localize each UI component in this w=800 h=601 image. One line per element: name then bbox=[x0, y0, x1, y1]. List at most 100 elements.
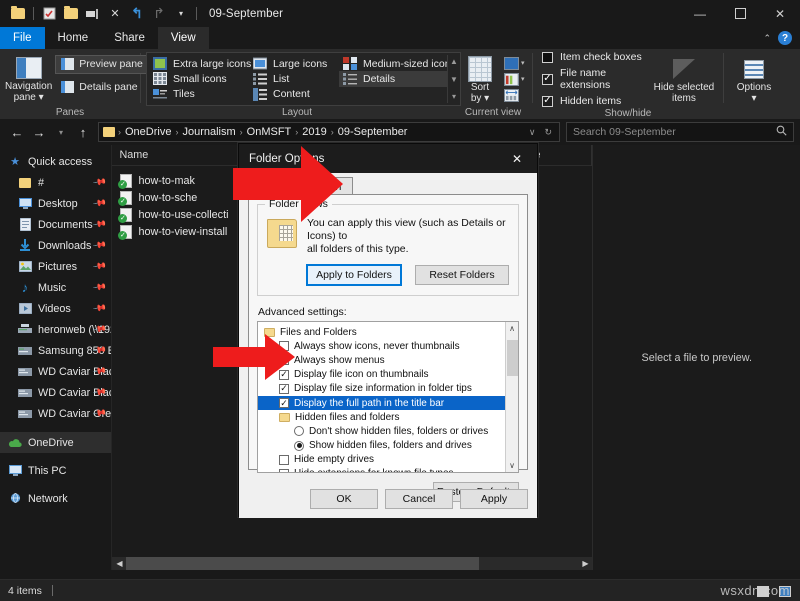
sidebar-item-documents[interactable]: Documents 📌 bbox=[0, 214, 111, 235]
layout-details[interactable]: Details bbox=[339, 71, 447, 86]
search-icon[interactable] bbox=[776, 125, 787, 139]
new-folder-icon[interactable] bbox=[60, 3, 82, 25]
delete-icon[interactable]: ✕ bbox=[104, 3, 126, 25]
breadcrumb-journalism[interactable]: Journalism bbox=[179, 126, 238, 138]
sidebar-item-desktop[interactable]: Desktop 📌 bbox=[0, 193, 111, 214]
scroll-track[interactable] bbox=[126, 557, 578, 570]
advanced-settings-scrollbar[interactable]: ∧ ∨ bbox=[505, 322, 518, 472]
breadcrumb-onedrive[interactable]: OneDrive bbox=[122, 126, 174, 138]
advanced-item-display-file-size-in-folder-tips[interactable]: Display file size information in folder … bbox=[258, 382, 505, 396]
advanced-item-always-show-menus[interactable]: Always show menus bbox=[258, 353, 505, 367]
options-button[interactable]: Options ▾ bbox=[729, 54, 779, 104]
maximize-button[interactable] bbox=[720, 0, 760, 27]
radio-button[interactable] bbox=[294, 426, 304, 436]
undo-icon[interactable]: ↰ bbox=[126, 3, 148, 25]
sidebar-item-downloads[interactable]: Downloads 📌 bbox=[0, 235, 111, 256]
radio-button[interactable] bbox=[294, 441, 304, 451]
help-icon[interactable]: ? bbox=[778, 31, 792, 45]
pin-icon[interactable]: 📌 bbox=[92, 175, 107, 190]
advanced-item-hide-empty-drives[interactable]: Hide empty drives bbox=[258, 453, 505, 467]
advanced-item-dont-show-hidden-files[interactable]: Don't show hidden files, folders or driv… bbox=[258, 424, 505, 438]
details-pane-button[interactable]: Details pane bbox=[56, 79, 148, 96]
scroll-up-icon[interactable]: ∧ bbox=[509, 322, 515, 335]
checkbox[interactable] bbox=[279, 469, 289, 473]
advanced-item-display-file-icon-on-thumbnails[interactable]: Display file icon on thumbnails bbox=[258, 368, 505, 382]
pin-icon[interactable]: 📌 bbox=[92, 259, 107, 274]
advanced-item-display-full-path-in-title-bar[interactable]: Display the full path in the title bar bbox=[258, 396, 505, 410]
scroll-thumb[interactable] bbox=[126, 557, 479, 570]
layout-content[interactable]: Content bbox=[249, 87, 339, 102]
layout-tiles[interactable]: Tiles bbox=[149, 87, 249, 102]
back-button[interactable]: ← bbox=[6, 121, 28, 143]
rename-icon[interactable] bbox=[82, 3, 104, 25]
redo-icon[interactable]: ↱ bbox=[148, 3, 170, 25]
sidebar-item-network[interactable]: Network bbox=[0, 488, 111, 509]
layout-extra-large-icons[interactable]: Extra large icons bbox=[149, 56, 249, 71]
sidebar-item-wd-caviar-black-2[interactable]: WD Caviar Black 📌 bbox=[0, 382, 111, 403]
sort-by-button[interactable]: Sort by ▾ bbox=[459, 56, 501, 104]
sidebar-item-pictures[interactable]: Pictures 📌 bbox=[0, 256, 111, 277]
tab-file[interactable]: File bbox=[0, 27, 45, 49]
chevron-down-icon[interactable]: ∨ bbox=[528, 127, 537, 138]
file-name-extensions-checkbox[interactable] bbox=[542, 74, 553, 85]
item-check-boxes-option[interactable]: Item check boxes bbox=[542, 51, 650, 63]
up-button[interactable]: ↑ bbox=[72, 121, 94, 143]
breadcrumb[interactable]: › OneDrive › Journalism › OnMSFT › 2019 … bbox=[98, 122, 560, 142]
pin-icon[interactable]: 📌 bbox=[92, 217, 107, 232]
advanced-item-hidden-files-and-folders[interactable]: Hidden files and folders bbox=[258, 410, 505, 424]
breadcrumb-2019[interactable]: 2019 bbox=[299, 126, 329, 138]
item-check-boxes-checkbox[interactable] bbox=[542, 52, 553, 63]
scroll-down-icon[interactable]: ∨ bbox=[509, 459, 515, 472]
tab-view[interactable]: View bbox=[158, 27, 209, 49]
advanced-item-hide-extensions[interactable]: Hide extensions for known file types bbox=[258, 467, 505, 473]
layout-list[interactable]: List bbox=[249, 71, 339, 86]
collapse-ribbon-icon[interactable]: ⌃ bbox=[763, 33, 771, 44]
cancel-button[interactable]: Cancel bbox=[385, 489, 453, 509]
checkbox[interactable] bbox=[279, 398, 289, 408]
preview-pane-button[interactable]: Preview pane bbox=[56, 56, 148, 73]
reset-folders-button[interactable]: Reset Folders bbox=[415, 265, 509, 285]
hidden-items-option[interactable]: Hidden items bbox=[542, 95, 650, 107]
scroll-left-icon[interactable]: ◀ bbox=[112, 559, 126, 568]
chevron-down-icon[interactable]: ▾ bbox=[521, 59, 525, 67]
advanced-item-always-show-icons[interactable]: Always show icons, never thumbnails bbox=[258, 339, 505, 353]
minimize-button[interactable]: — bbox=[680, 0, 720, 27]
apply-button[interactable]: Apply bbox=[460, 489, 528, 509]
folder-icon[interactable] bbox=[7, 3, 29, 25]
sidebar-item-heronweb[interactable]: heronweb (\\192 📌 bbox=[0, 319, 111, 340]
recent-locations-button[interactable]: ▾ bbox=[50, 121, 72, 143]
close-button[interactable]: ✕ bbox=[760, 0, 800, 27]
sidebar-item-this-pc[interactable]: This PC bbox=[0, 460, 111, 481]
search-input[interactable]: Search 09-September bbox=[566, 122, 794, 142]
customize-qat-icon[interactable]: ▾ bbox=[170, 3, 192, 25]
size-all-columns-button[interactable] bbox=[504, 89, 525, 102]
advanced-item-show-hidden-files[interactable]: Show hidden files, folders and drives bbox=[258, 439, 505, 453]
pin-icon[interactable]: 📌 bbox=[92, 196, 107, 211]
navigation-pane-button[interactable]: Navigation pane ▾ bbox=[5, 55, 52, 103]
pin-icon[interactable]: 📌 bbox=[92, 238, 107, 253]
pin-icon[interactable]: 📌 bbox=[92, 301, 107, 316]
refresh-icon[interactable]: ↻ bbox=[543, 127, 553, 138]
checkbox[interactable] bbox=[279, 384, 289, 394]
sidebar-item-hash[interactable]: # 📌 bbox=[0, 172, 111, 193]
sidebar-item-videos[interactable]: Videos 📌 bbox=[0, 298, 111, 319]
chevron-down-icon-2[interactable]: ▾ bbox=[521, 75, 525, 83]
layout-large-icons[interactable]: Large icons bbox=[249, 56, 339, 71]
layout-small-icons[interactable]: Small icons bbox=[149, 71, 249, 86]
breadcrumb-09-september[interactable]: 09-September bbox=[335, 126, 411, 138]
tab-home[interactable]: Home bbox=[45, 27, 102, 49]
hide-selected-items-button[interactable]: Hide selected items bbox=[650, 55, 718, 104]
advanced-item-files-and-folders[interactable]: Files and Folders bbox=[258, 325, 505, 339]
tab-share[interactable]: Share bbox=[101, 27, 158, 49]
breadcrumb-onmsft[interactable]: OnMSFT bbox=[244, 126, 295, 138]
sidebar-item-samsung-850-ev[interactable]: Samsung 850 EV 📌 bbox=[0, 340, 111, 361]
sidebar-item-wd-caviar-greer[interactable]: WD Caviar Greer 📌 bbox=[0, 403, 111, 424]
horizontal-scrollbar[interactable]: ◀ ▶ bbox=[112, 557, 592, 570]
layout-medium-sized-icons[interactable]: Medium-sized icons bbox=[339, 56, 447, 71]
forward-button[interactable]: → bbox=[28, 121, 50, 143]
group-by-button[interactable]: ▾ bbox=[504, 57, 525, 70]
file-name-extensions-option[interactable]: File name extensions bbox=[542, 67, 650, 91]
apply-to-folders-button[interactable]: Apply to Folders bbox=[307, 265, 401, 285]
sidebar-item-quick-access[interactable]: ★ Quick access bbox=[0, 151, 111, 172]
scroll-right-icon[interactable]: ▶ bbox=[578, 559, 592, 568]
